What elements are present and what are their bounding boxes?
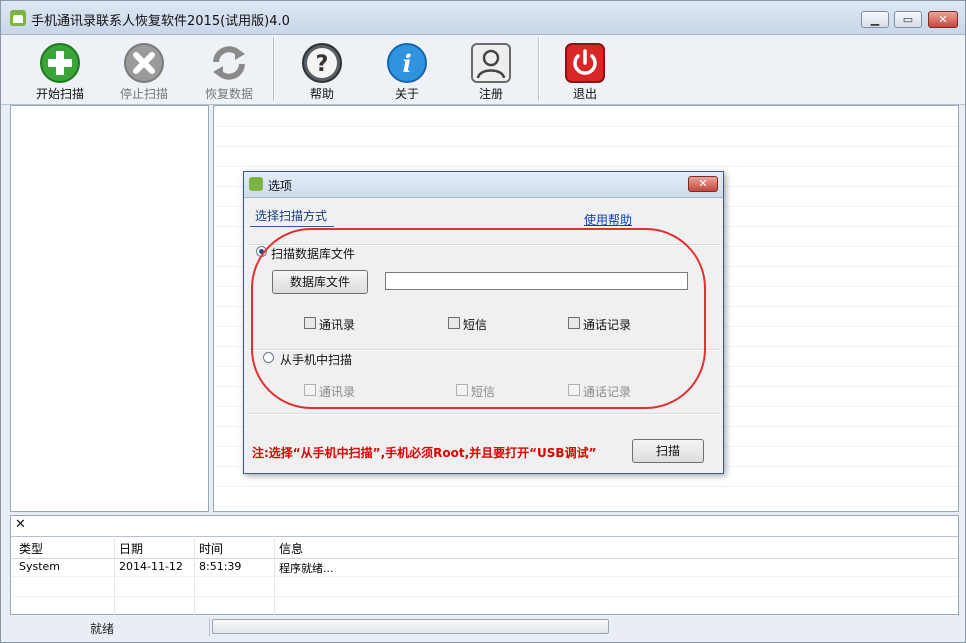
log-time: 8:51:39 <box>199 560 242 573</box>
start-scan-button[interactable]: 开始扫描 <box>20 38 100 102</box>
main-window: 手机通讯录联系人恢复软件2015(试用版)4.0 ▁ ▭ ✕ 开始扫描 停止扫描 <box>0 0 966 643</box>
row-line <box>214 166 958 167</box>
svg-text:i: i <box>402 49 411 78</box>
toolbar: 开始扫描 停止扫描 恢复数据 ? 帮助 i 关于 注册 退出 <box>1 35 965 105</box>
info-icon: i <box>387 43 427 83</box>
dialog-close-button[interactable]: ✕ <box>688 176 718 192</box>
col-time-header[interactable]: 时间 <box>199 540 223 557</box>
android-app-icon <box>249 177 263 191</box>
root-usb-note: 注:选择“从手机中扫描”,手机必须Root,并且要打开“USB调试” <box>252 446 597 460</box>
toolbar-separator <box>538 37 540 101</box>
row-line <box>214 146 958 147</box>
stop-scan-label: 停止扫描 <box>119 87 168 101</box>
highlight-ring <box>251 228 706 409</box>
status-text: 就绪 <box>90 622 115 636</box>
status-bar: 就绪 <box>10 618 959 638</box>
restore-data-label: 恢复数据 <box>204 87 253 101</box>
row-line <box>214 486 958 487</box>
col-type-header[interactable]: 类型 <box>19 540 43 557</box>
register-label: 注册 <box>478 87 503 101</box>
group-divider <box>249 414 720 415</box>
log-date: 2014-11-12 <box>119 560 183 573</box>
tab-scan-mode[interactable]: 选择扫描方式 <box>255 207 327 224</box>
help-label: 帮助 <box>309 87 334 101</box>
exit-label: 退出 <box>572 87 597 101</box>
svg-text:?: ? <box>316 52 329 77</box>
scan-button[interactable]: 扫描 <box>632 439 704 463</box>
col-date-header[interactable]: 日期 <box>119 540 143 557</box>
question-icon: ? <box>302 43 342 83</box>
log-type: System <box>19 560 61 573</box>
refresh-icon <box>213 46 245 80</box>
window-title: 手机通讯录联系人恢复软件2015(试用版)4.0 <box>31 14 290 29</box>
tab-underline <box>250 226 334 227</box>
start-scan-label: 开始扫描 <box>35 87 84 101</box>
help-button[interactable]: ? 帮助 <box>282 38 362 102</box>
close-button[interactable]: ✕ <box>928 11 958 28</box>
stop-x-icon <box>124 43 164 83</box>
stop-scan-button[interactable]: 停止扫描 <box>104 38 184 102</box>
maximize-button[interactable]: ▭ <box>894 11 922 28</box>
title-bar: 手机通讯录联系人恢复软件2015(试用版)4.0 ▁ ▭ ✕ <box>1 1 965 35</box>
toolbar-separator <box>273 37 275 101</box>
log-info: 程序就绪... <box>279 562 334 575</box>
log-panel: ✕ 类型 日期 时间 信息 System 2014-11-12 8:51:39 … <box>10 515 959 616</box>
android-app-icon <box>10 10 26 26</box>
close-log-icon[interactable]: ✕ <box>15 517 26 532</box>
user-icon <box>471 43 511 83</box>
progress-bar <box>212 619 609 634</box>
log-header: 类型 日期 时间 信息 <box>11 536 958 559</box>
log-row-empty <box>11 577 958 597</box>
options-dialog: 选项 ✕ 选择扫描方式 使用帮助 扫描数据库文件 数据库文件 通讯录 短信 通话… <box>243 171 724 474</box>
power-icon <box>565 43 605 83</box>
minimize-button[interactable]: ▁ <box>861 11 889 28</box>
exit-button[interactable]: 退出 <box>545 38 625 102</box>
row-line <box>214 126 958 127</box>
restore-data-button[interactable]: 恢复数据 <box>189 38 269 102</box>
plus-icon <box>40 43 80 83</box>
log-row[interactable]: System 2014-11-12 8:51:39 程序就绪... <box>11 557 958 577</box>
dialog-title-bar: 选项 ✕ <box>244 172 723 198</box>
usage-help-link[interactable]: 使用帮助 <box>584 211 632 228</box>
device-tree-panel[interactable] <box>10 105 209 512</box>
row-line <box>214 506 958 507</box>
log-row-empty <box>11 596 958 616</box>
about-button[interactable]: i 关于 <box>367 38 447 102</box>
col-info-header[interactable]: 信息 <box>279 540 303 557</box>
about-label: 关于 <box>394 87 419 101</box>
register-button[interactable]: 注册 <box>451 38 531 102</box>
dialog-title: 选项 <box>268 179 293 193</box>
